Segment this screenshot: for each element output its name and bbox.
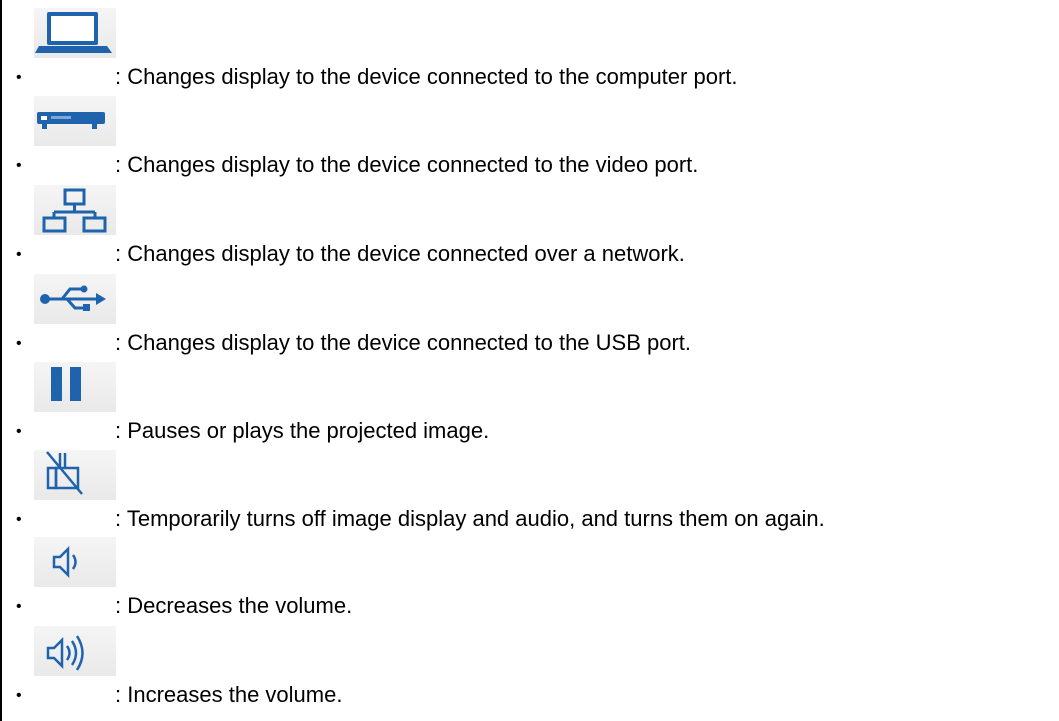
list-item-av-mute: • : Temporarily turns off image display … xyxy=(0,442,1059,532)
video-description: : Changes display to the device connecte… xyxy=(115,152,699,177)
computer-description: : Changes display to the device connecte… xyxy=(115,64,738,89)
bullet: • xyxy=(16,157,22,174)
computer-icon[interactable] xyxy=(34,8,116,58)
bullet: • xyxy=(16,69,22,86)
pause-description: : Pauses or plays the projected image. xyxy=(115,418,490,443)
list-item-volume-down: • : Decreases the volume. xyxy=(0,529,1059,619)
bullet: • xyxy=(16,598,22,615)
bullet: • xyxy=(16,423,22,440)
usb-icon[interactable] xyxy=(34,274,116,324)
bullet: • xyxy=(16,687,22,704)
network-description: : Changes display to the device connecte… xyxy=(115,241,685,266)
network-icon[interactable] xyxy=(34,185,116,235)
volume-up-icon[interactable] xyxy=(34,626,116,676)
pause-icon[interactable] xyxy=(34,362,116,412)
list-item-network: • : Changes display to the device connec… xyxy=(0,177,1059,267)
bullet: • xyxy=(16,335,22,352)
bullet: • xyxy=(16,246,22,263)
list-item-video: • : Changes display to the device connec… xyxy=(0,88,1059,178)
list-item-computer: • : Changes display to the device connec… xyxy=(0,0,1059,90)
list-item-volume-up: • : Increases the volume. xyxy=(0,618,1059,721)
bullet: • xyxy=(16,511,22,528)
list-item-usb: • : Changes display to the device connec… xyxy=(0,266,1059,356)
video-device-icon[interactable] xyxy=(34,96,116,146)
av-mute-icon[interactable] xyxy=(34,450,116,500)
volume-up-description: : Increases the volume. xyxy=(115,682,343,707)
volume-down-icon[interactable] xyxy=(34,537,116,587)
list-item-pause: • : Pauses or plays the projected image. xyxy=(0,354,1059,444)
volume-down-description: : Decreases the volume. xyxy=(115,593,353,618)
usb-description: : Changes display to the device connecte… xyxy=(115,330,692,355)
